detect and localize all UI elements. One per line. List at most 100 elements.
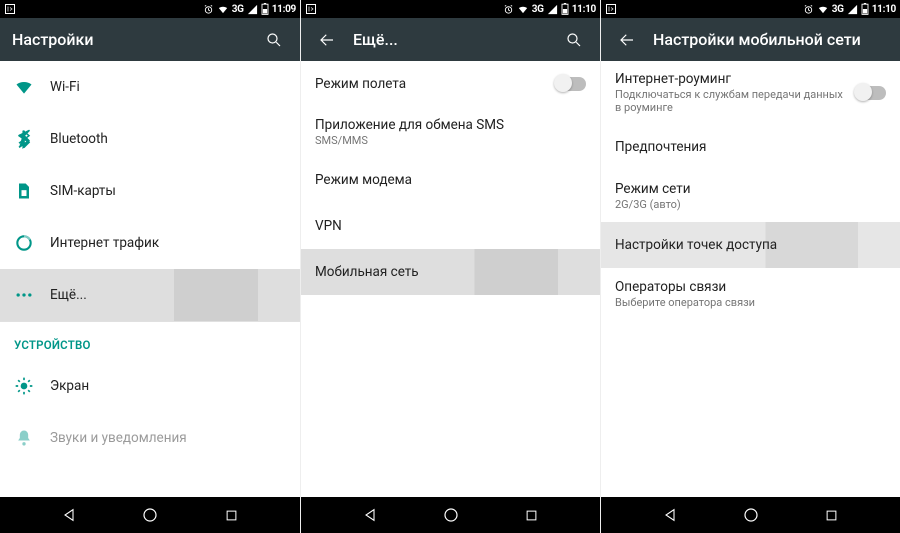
item-bluetooth[interactable]: Bluetooth <box>0 113 300 165</box>
bell-icon <box>14 428 34 448</box>
status-bar: 3G 11:10 <box>301 0 600 18</box>
nav-home[interactable] <box>140 505 160 525</box>
battery-icon <box>261 3 269 15</box>
data-usage-icon <box>14 233 34 253</box>
label: Мобильная сеть <box>315 264 586 280</box>
display-icon <box>14 376 34 396</box>
sim-icon <box>14 181 34 201</box>
item-apn[interactable]: Настройки точек доступа <box>601 222 900 268</box>
alarm-icon <box>803 4 814 15</box>
page-title: Настройки <box>12 30 260 49</box>
label: Bluetooth <box>50 131 286 147</box>
arrow-back-icon <box>618 31 636 49</box>
label: Режим модема <box>315 172 586 188</box>
page-title: Настройки мобильной сети <box>653 30 888 49</box>
settings-pane-more: 3G 11:10 Ещё... Режим полета Приложе <box>300 0 600 533</box>
item-preferences[interactable]: Предпочтения <box>601 124 900 170</box>
item-more[interactable]: Ещё... <box>0 269 300 321</box>
label: Интернет-роуминг <box>615 71 850 87</box>
circle-home-icon <box>742 506 760 524</box>
roaming-switch[interactable] <box>856 86 886 100</box>
settings-pane-mobile: 3G 11:10 Настройки мобильной сети Интерн… <box>600 0 900 533</box>
status-bar: 3G 11:09 <box>0 0 300 18</box>
app-bar: Настройки мобильной сети <box>601 18 900 61</box>
network-type: 3G <box>832 4 844 15</box>
label: Приложение для обмена SMS <box>315 117 586 133</box>
nav-recent[interactable] <box>822 505 842 525</box>
nav-home[interactable] <box>741 505 761 525</box>
item-mobile-network[interactable]: Мобильная сеть <box>301 249 600 295</box>
sublabel: Выберите оператора связи <box>615 296 886 309</box>
nav-home[interactable] <box>441 505 461 525</box>
battery-icon <box>561 3 569 15</box>
search-button[interactable] <box>260 26 288 54</box>
alarm-icon <box>203 4 214 15</box>
network-type: 3G <box>532 4 544 15</box>
nav-bar <box>301 497 600 533</box>
label: Интернет трафик <box>50 235 286 251</box>
nav-bar <box>0 497 300 533</box>
label: Ещё... <box>50 287 286 303</box>
section-device: УСТРОЙСТВО <box>0 322 300 360</box>
item-network-mode[interactable]: Режим сети 2G/3G (авто) <box>601 170 900 222</box>
back-button[interactable] <box>313 26 341 54</box>
keyboard-icon <box>4 3 16 15</box>
item-sim[interactable]: SIM-карты <box>0 165 300 217</box>
nav-back[interactable] <box>660 505 680 525</box>
app-bar: Ещё... <box>301 18 600 61</box>
search-button[interactable] <box>560 26 588 54</box>
label: Экран <box>50 378 286 394</box>
item-wifi[interactable]: Wi-Fi <box>0 61 300 113</box>
nav-recent[interactable] <box>522 505 542 525</box>
keyboard-icon <box>305 3 317 15</box>
item-display[interactable]: Экран <box>0 360 300 412</box>
signal-icon <box>847 4 858 15</box>
keyboard-icon <box>605 3 617 15</box>
clock: 11:10 <box>872 4 896 15</box>
sublabel: Подключаться к службам передачи данных в… <box>615 88 850 114</box>
wifi-icon <box>517 4 529 15</box>
triangle-back-icon <box>61 507 77 523</box>
item-operators[interactable]: Операторы связи Выберите оператора связи <box>601 268 900 320</box>
item-data-usage[interactable]: Интернет трафик <box>0 217 300 269</box>
item-sms-app[interactable]: Приложение для обмена SMS SMS/MMS <box>301 107 600 157</box>
item-roaming[interactable]: Интернет-роуминг Подключаться к службам … <box>601 61 900 124</box>
settings-pane-main: 3G 11:09 Настройки Wi-Fi Bluetooth <box>0 0 300 533</box>
label: Режим полета <box>315 76 550 92</box>
label: VPN <box>315 218 586 234</box>
network-type: 3G <box>232 4 244 15</box>
signal-icon <box>547 4 558 15</box>
settings-list: Wi-Fi Bluetooth SIM-карты Интернет трафи… <box>0 61 300 497</box>
label: Предпочтения <box>615 139 886 155</box>
arrow-back-icon <box>318 31 336 49</box>
nav-back[interactable] <box>59 505 79 525</box>
item-airplane[interactable]: Режим полета <box>301 61 600 107</box>
square-recent-icon <box>824 508 839 523</box>
label: Режим сети <box>615 181 886 197</box>
airplane-switch[interactable] <box>556 77 586 91</box>
wifi-icon <box>217 4 229 15</box>
app-bar: Настройки <box>0 18 300 61</box>
sublabel: SMS/MMS <box>315 134 586 147</box>
settings-list: Режим полета Приложение для обмена SMS S… <box>301 61 600 497</box>
item-vpn[interactable]: VPN <box>301 203 600 249</box>
back-button[interactable] <box>613 26 641 54</box>
square-recent-icon <box>524 508 539 523</box>
nav-recent[interactable] <box>221 505 241 525</box>
clock: 11:10 <box>572 4 596 15</box>
wifi-icon <box>817 4 829 15</box>
label: Звуки и уведомления <box>50 430 286 446</box>
search-icon <box>265 31 283 49</box>
signal-icon <box>247 4 258 15</box>
label: SIM-карты <box>50 183 286 199</box>
nav-bar <box>601 497 900 533</box>
nav-back[interactable] <box>360 505 380 525</box>
clock: 11:09 <box>272 4 296 15</box>
circle-home-icon <box>442 506 460 524</box>
item-sound[interactable]: Звуки и уведомления <box>0 412 300 464</box>
bluetooth-icon <box>14 129 34 149</box>
triangle-back-icon <box>662 507 678 523</box>
square-recent-icon <box>224 508 239 523</box>
label: Wi-Fi <box>50 79 286 95</box>
item-tethering[interactable]: Режим модема <box>301 157 600 203</box>
